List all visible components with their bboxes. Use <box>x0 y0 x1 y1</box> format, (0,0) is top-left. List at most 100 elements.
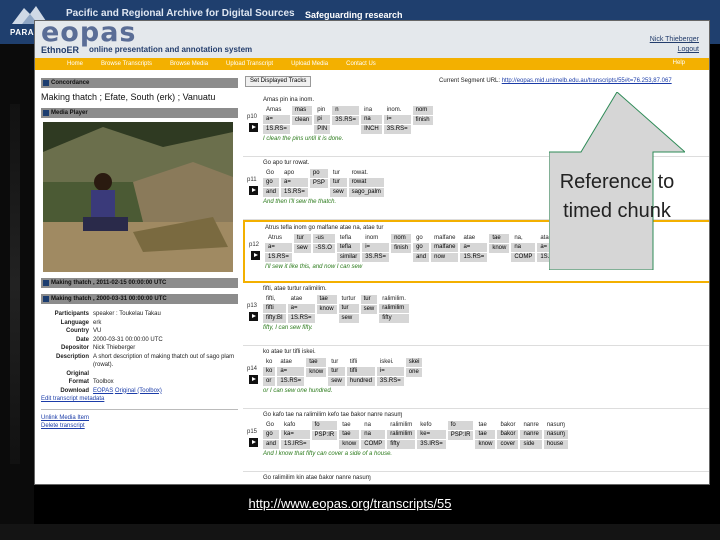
gloss-column: ina na INCH <box>361 106 382 134</box>
gloss-column: ralimilim ralimilim fifty <box>387 421 416 449</box>
word: tur <box>332 170 340 176</box>
meta-key: Date <box>75 336 89 343</box>
meta-key: Participants <box>54 311 89 317</box>
word: kafo <box>284 422 296 428</box>
gloss-column: kafo ka= 1S.IRS= <box>281 421 310 449</box>
concordance-header[interactable]: Concordance <box>41 78 238 88</box>
media-item-header[interactable]: Making thatch , 2011-02-15 00:00:00 UTC <box>41 278 238 288</box>
gloss: 1S.RS= <box>263 125 290 134</box>
gloss-column: Atrus a= 1S.RS= <box>265 234 292 262</box>
segment-url: Current Segment URL: http://eopas.mid.un… <box>439 78 672 84</box>
app-header: eopas EthnoER online presentation and an… <box>35 21 709 58</box>
free-translation: fifty, I can sew fifty. <box>263 325 313 331</box>
morpheme: pi <box>314 115 331 124</box>
word: ralimilim. <box>382 296 406 302</box>
gloss-column: tae tae know <box>475 421 496 449</box>
word: atae <box>290 296 303 302</box>
transcript-item-header[interactable]: Making thatch , 2000-03-31 00:00:00 UTC <box>41 294 238 304</box>
gloss-column: na, na COMP <box>511 234 536 262</box>
gloss: similar <box>336 253 361 262</box>
nav-contact-us[interactable]: Contact Us <box>346 61 376 67</box>
transcript-segment[interactable]: p14 ko atae tur tifli iskei. ko ko or atae a= 1… <box>243 346 709 409</box>
transcript-item-label: Making thatch , 2000-03-31 00:00:00 UTC <box>51 296 167 302</box>
app-subtitle: online presentation and annotation syste… <box>89 45 253 54</box>
gloss: PSP:IR <box>447 431 474 440</box>
delete-transcript-link[interactable]: Delete transcript <box>41 422 238 430</box>
transcript-segment[interactable]: p13 fifti, atae turtur ralimilim. fifti, fi… <box>243 283 709 346</box>
nav-upload-transcript[interactable]: Upload Transcript <box>226 61 273 67</box>
transcript-title: Making thatch ; Efate, South (erk) ; Van… <box>41 92 216 102</box>
segment-id: p12 <box>249 242 260 248</box>
word: go <box>416 235 423 241</box>
gloss-column: atae a=1S.RS= <box>287 295 315 323</box>
gloss-column: malfane malfane now <box>431 234 459 262</box>
segment-url-link[interactable]: http://eopas.mid.unimelb.edu.au/transcri… <box>502 78 672 84</box>
meta-key: Original <box>66 370 89 377</box>
morpheme: rowat <box>348 178 384 187</box>
segment-url-label: Current Segment URL: <box>439 78 501 84</box>
nav-home[interactable]: Home <box>67 61 83 67</box>
nav-browse-transcripts[interactable]: Browse Transcripts <box>101 61 152 67</box>
download-original-link[interactable]: Original (Toolbox) <box>115 388 162 394</box>
morpheme: ɓakor <box>497 430 519 439</box>
download-eopas-link[interactable]: EOPAS <box>93 388 113 394</box>
gloss: fifty <box>379 314 409 323</box>
set-displayed-tracks-button[interactable]: Set Displayed Tracks <box>245 76 312 87</box>
unlink-media-link[interactable]: Unlink Media Item <box>41 414 238 422</box>
play-segment-icon[interactable] <box>249 375 258 384</box>
word: Go <box>266 170 275 176</box>
media-item-label: Making thatch , 2011-02-15 00:00:00 UTC <box>51 280 167 286</box>
gloss: PSP <box>309 179 328 188</box>
meta-row: Original <box>41 370 238 379</box>
meta-row: Depositor Nick Thieberger <box>41 344 238 353</box>
left-column: Concordance Making thatch ; Efate, South… <box>41 78 238 484</box>
play-segment-icon[interactable] <box>249 123 258 132</box>
media-player-label: Media Player <box>51 110 88 116</box>
gloss: finish <box>391 244 412 253</box>
media-player-header[interactable]: Media Player <box>41 108 238 118</box>
transcript-url-caption[interactable]: http://www.eopas.org/transcripts/55 <box>0 496 700 511</box>
free-translation: or I can sew one hundred. <box>263 388 333 394</box>
morpheme: n <box>332 106 360 115</box>
word: kefo <box>420 422 432 428</box>
meta-value <box>93 370 238 379</box>
panel-square-icon <box>43 110 49 116</box>
meta-value: erk <box>93 319 102 326</box>
callout-text: Reference to timed chunk <box>559 171 675 222</box>
nav-help[interactable]: Help <box>673 60 685 66</box>
logout-link[interactable]: Logout <box>650 45 699 55</box>
morpheme: tae <box>306 358 327 367</box>
gloss-column: fo PSP:IR <box>447 421 474 449</box>
caption-url[interactable]: http://www.eopas.org/transcripts/55 <box>248 496 451 511</box>
video-player[interactable] <box>43 122 233 272</box>
gloss-column: skei one <box>405 358 423 386</box>
gloss-column: n 3S.RS= <box>332 106 360 134</box>
play-segment-icon[interactable] <box>251 251 260 260</box>
word: iskei. <box>379 359 394 365</box>
play-segment-icon[interactable] <box>249 438 258 447</box>
gloss-column: fifti, fifti fifty:BI <box>263 295 286 323</box>
edit-metadata-link[interactable]: Edit transcript metadata <box>41 395 238 403</box>
gloss-column: pin pi PIN <box>314 106 331 134</box>
transcript-segment[interactable]: p15 Go kafo tae na ralimilim kefo tae ɓak… <box>243 409 709 472</box>
gloss-column: nasuɱ nasuɱ house <box>543 421 568 449</box>
gloss: 3S.RS= <box>376 377 404 386</box>
gloss: 1S.IRS= <box>281 440 310 449</box>
morpheme: i= <box>376 367 404 376</box>
meta-row: Description A short description of making… <box>41 353 238 370</box>
morpheme: mas <box>291 106 313 115</box>
archive-short-name: PARA <box>10 28 35 37</box>
word: Amas <box>266 107 282 113</box>
gloss-column: tur sew <box>360 295 378 323</box>
meta-row: Download EOPAS Original (Toolbox) <box>41 387 238 396</box>
eopas-logo[interactable]: eopas <box>41 21 136 48</box>
nav-browse-media[interactable]: Browse Media <box>170 61 208 67</box>
play-segment-icon[interactable] <box>249 312 258 321</box>
user-name-link[interactable]: Nick Thieberger <box>650 35 699 45</box>
gloss: 3S.RS= <box>362 253 390 262</box>
word: pin <box>317 107 326 113</box>
nav-upload-media[interactable]: Upload Media <box>291 61 328 67</box>
transcript-segment[interactable]: p16Go ralimilim kin atae ɓakor nanre nas… <box>243 472 709 484</box>
meta-key: Country <box>66 328 89 334</box>
play-segment-icon[interactable] <box>249 186 258 195</box>
